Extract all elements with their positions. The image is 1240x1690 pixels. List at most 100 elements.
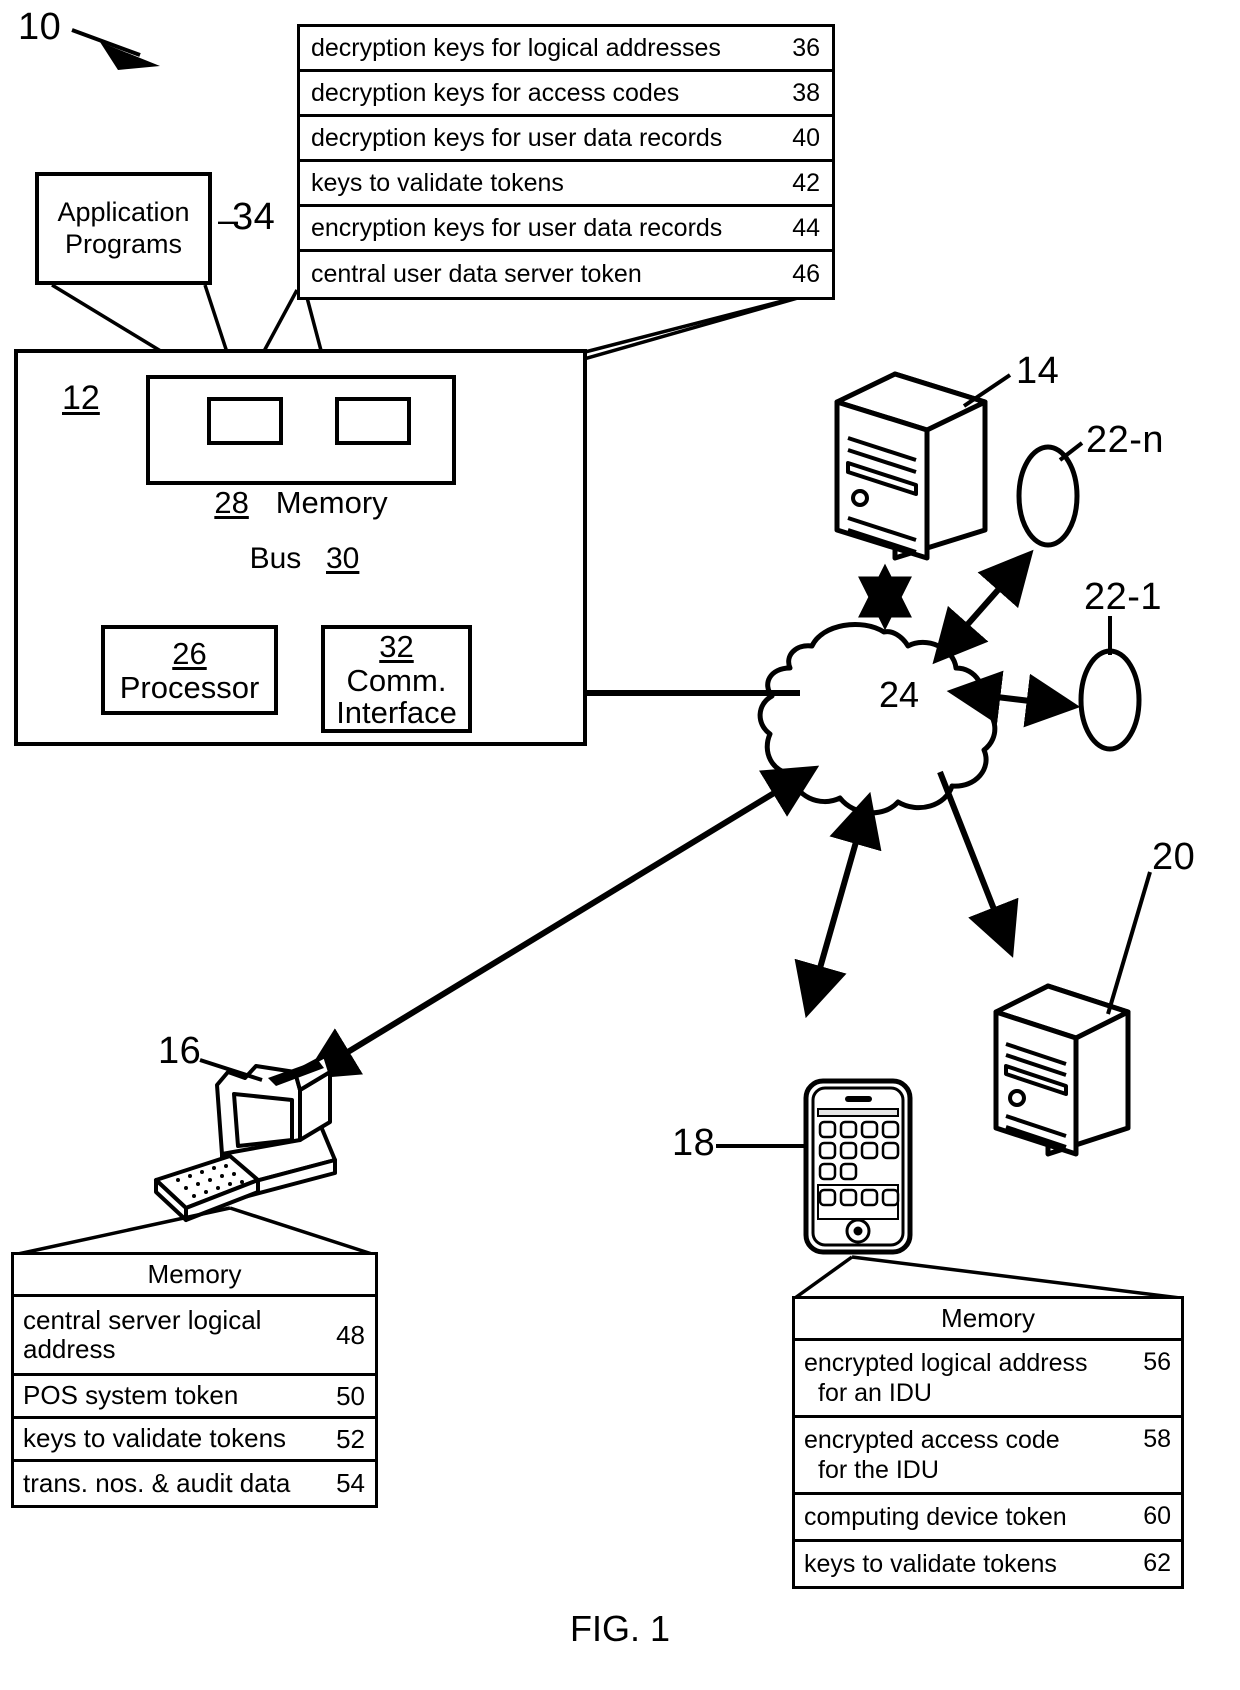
table-row: keys to validate tokens 62 [795,1542,1181,1586]
mobile-device-icon [803,1078,913,1255]
processor-label: Processor [119,669,260,705]
pos-memory-callout [17,1206,373,1256]
terminal-n-icon [1016,441,1084,548]
speaker-grille-icon [845,1096,872,1102]
central-server-leader [962,373,1012,408]
comm-interface-label-line2: Interface [336,695,457,730]
comm-interface-box: 32 Comm. Interface [321,625,472,733]
device-row-number: 62 [1143,1549,1171,1577]
memory-block [146,375,456,485]
device-row-label-line1: keys to validate tokens [804,1550,1057,1578]
network-cloud [757,622,998,816]
central-server-key-table: decryption keys for logical addresses 36… [297,24,835,300]
device-row-number: 56 [1143,1348,1171,1376]
table-row: trans. nos. & audit data 54 [14,1462,375,1505]
device-row-label: encrypted access code for the IDU [795,1425,1143,1485]
table-row: decryption keys for user data records 40 [300,117,832,162]
memory-label: Memory [275,485,388,520]
table-row: keys to validate tokens 42 [300,162,832,207]
device-row-label: encrypted logical address for an IDU [795,1348,1143,1408]
pos-row-number: 54 [336,1468,365,1498]
application-programs-line1: Application [57,196,190,227]
home-button-icon [845,1218,871,1244]
key-row-number: 42 [792,168,820,197]
device-memory-header: Memory [795,1299,1181,1341]
ref-10: 10 [18,6,62,48]
key-row-label: keys to validate tokens [311,168,564,197]
pos-memory-header: Memory [14,1255,375,1297]
pos-row-label: keys to validate tokens [23,1423,287,1454]
link-cloud-mobile-device [794,791,882,1019]
processor-box: 26 Processor [101,625,278,715]
pos-keyboard-keys [176,1164,244,1198]
table-row: encryption keys for user data records 44 [300,207,832,252]
memory-label-row: 28 Memory [146,485,456,521]
key-row-label: decryption keys for logical addresses [311,33,721,62]
table-row: central server logical address 48 [14,1297,375,1376]
device-row-number: 58 [1143,1425,1171,1453]
device-row-number: 60 [1143,1502,1171,1530]
ref-18: 18 [672,1122,716,1164]
pos-row-number: 48 [336,1319,365,1350]
device-row-label: computing device token [795,1502,1143,1532]
patent-figure-canvas: 10 Application Programs – 34 decryption … [0,0,1240,1690]
ref-20: 20 [1152,836,1196,878]
link-cloud-terminal-n [932,549,1034,665]
key-row-number: 36 [792,33,820,62]
data-server-leader [1106,871,1152,1015]
link-cloud-data-server [937,770,1019,958]
pos-row-label: central server logical address [23,1304,262,1364]
key-row-number: 38 [792,78,820,107]
central-server-icon [834,371,988,561]
pos-row-number: 52 [336,1423,365,1454]
ref-16: 16 [158,1030,202,1072]
device-row-label-line1: computing device token [804,1503,1067,1531]
table-row: encrypted logical address for an IDU 56 [795,1341,1181,1418]
link-cloud-pos-computer [302,765,820,1080]
pos-computer-leader [199,1058,263,1082]
ref-12: 12 [62,379,100,417]
pos-row-label: POS system token [23,1380,239,1411]
link-cloud-terminal-1 [946,670,1081,728]
pos-row-label: trans. nos. & audit data [23,1467,291,1498]
memory-slot-application-programs [207,397,283,445]
comm-interface-label-line1: Comm. [346,662,447,698]
key-row-label: decryption keys for access codes [311,78,680,107]
ref-24: 24 [878,674,920,715]
table-row: decryption keys for access codes 38 [300,72,832,117]
ref-22-1: 22-1 [1084,576,1163,618]
ref-32: 32 [379,628,414,664]
pos-computer-icon [154,1054,337,1222]
pos-memory-table: Memory central server logical address 48… [11,1252,378,1508]
table-row: decryption keys for logical addresses 36 [300,27,832,72]
bus-label-text: Bus [249,542,302,575]
bus-label: Bus 30 [18,542,591,576]
ref-28: 28 [214,485,249,520]
device-memory-table: Memory encrypted logical address for an … [792,1296,1184,1589]
system-ref-arrow [71,28,160,70]
ref-26: 26 [172,635,207,671]
ref-34: 34 [232,196,276,238]
key-row-number: 44 [792,213,820,242]
figure-caption: FIG. 1 [569,1608,671,1649]
table-row: keys to validate tokens 52 [14,1419,375,1462]
memory-slot-keys [335,397,411,445]
data-server-icon [993,983,1131,1157]
pos-row-number: 50 [336,1380,365,1411]
key-row-label: central user data server token [311,260,642,288]
key-row-number: 40 [792,123,820,152]
ref-14: 14 [1016,350,1060,392]
device-row-label-line2: for an IDU [818,1379,932,1407]
table-row: computing device token 60 [795,1495,1181,1542]
device-row-label: keys to validate tokens [795,1549,1143,1579]
key-row-label: encryption keys for user data records [311,213,723,242]
ref-30: 30 [326,542,360,575]
ref-22-n: 22-n [1086,419,1165,461]
table-row: central user data server token 46 [300,252,832,297]
table-row: encrypted access code for the IDU 58 [795,1418,1181,1495]
device-row-label-line1: encrypted logical address [804,1349,1088,1377]
application-programs-box: Application Programs [35,172,212,285]
device-row-label-line2: for the IDU [818,1456,939,1484]
key-row-number: 46 [792,260,820,288]
device-row-label-line1: encrypted access code [804,1426,1060,1454]
